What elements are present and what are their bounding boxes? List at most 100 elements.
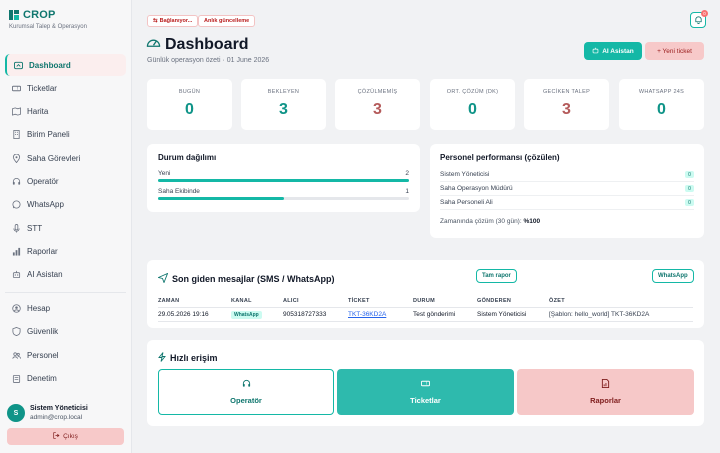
column-header: DURUM [413,296,477,308]
sidebar-item-label: AI Asistan [27,270,63,280]
user-circle-icon [12,304,21,313]
notification-count-badge: 0 [701,10,708,17]
speedometer-icon [146,36,161,54]
status-count: 2 [405,170,409,177]
status-bar-fill [158,179,409,182]
ontime-label: Zamanında çözüm (30 gün): [440,218,522,225]
status-count: 1 [405,188,409,195]
user-email: admin@crop.local [30,414,83,421]
cell-status: Test gönderimi [413,307,477,322]
sidebar-item-birim-paneli[interactable]: Birim Paneli [5,124,126,146]
personnel-performance-card: Personel performansı (çözülen) Sistem Yö… [430,144,704,238]
sidebar-item-label: Operatör [27,176,59,186]
table-header-row: ZAMAN KANAL ALICI TİCKET DURUM GÖNDEREN … [158,296,693,308]
sidebar-item-stt[interactable]: STT [5,217,126,239]
stat-label: ORT. ÇÖZÜM (DK) [446,89,499,95]
person-name: Saha Operasyon Müdürü [440,185,513,192]
send-icon [157,270,169,288]
sidebar-item-harita[interactable]: Harita [5,101,126,123]
brand-subtitle: Kurumsal Talep & Operasyon [9,24,87,30]
status-label: Yeni [158,170,171,177]
column-header: TİCKET [348,296,413,308]
clipboard-icon [12,374,21,384]
headset-icon [12,177,21,186]
status-bar-track [158,179,409,182]
nav-divider [5,291,126,293]
sidebar: CROP Kurumsal Talep & Operasyon Dashboar… [0,0,132,453]
cell-channel: WhatsApp [231,307,283,322]
users-icon [12,351,21,360]
quick-access-label: Raporlar [590,396,621,405]
table-row: 29.05.2026 19:16 WhatsApp 905318727333 T… [158,307,693,322]
sidebar-item-hesap[interactable]: Hesap [5,298,126,320]
stat-card-bekleyen: BEKLEYEN 3 [241,79,326,130]
shield-icon [12,327,21,337]
avatar: S [7,404,25,422]
stat-value: 3 [373,101,382,118]
column-header: ZAMAN [158,296,231,308]
sidebar-item-ai-asistan[interactable]: AI Asistan [5,264,126,286]
resolved-count-badge: 0 [685,185,694,192]
user-name: Sistem Yöneticisi [30,405,88,412]
sidebar-item-saha-gorevleri[interactable]: Saha Görevleri [5,147,126,169]
performance-list: Sistem Yöneticisi 0 Saha Operasyon Müdürü… [440,168,694,210]
quick-access-label: Operatör [230,396,262,405]
bar-chart-icon [12,247,21,256]
building-icon [12,130,21,140]
sidebar-item-label: Birim Paneli [27,130,70,140]
status-row-saha-ekibinde: Saha Ekibinde 1 [158,188,409,200]
notification-button[interactable]: 0 [690,10,708,28]
stat-card-bugun: BUGÜN 0 [147,79,232,130]
connection-status-chip: ⇆ Bağlanıyor... [147,15,199,27]
messages-table: ZAMAN KANAL ALICI TİCKET DURUM GÖNDEREN … [158,296,693,322]
sidebar-item-personel[interactable]: Personel [5,344,126,366]
quick-access-raporlar[interactable]: Raporlar [517,369,694,415]
sidebar-item-denetim[interactable]: Denetim [5,368,126,390]
logout-icon [53,432,60,441]
whatsapp-icon [12,200,21,209]
sidebar-item-operator[interactable]: Operatör [5,170,126,192]
cell-sender: Sistem Yöneticisi [477,307,549,322]
column-header: ALICI [283,296,348,308]
quick-access-ticketlar[interactable]: Ticketlar [337,369,514,415]
sidebar-item-guvenlik[interactable]: Güvenlik [5,321,126,343]
sidebar-item-label: Personel [27,350,59,360]
status-bar-track [158,197,409,200]
new-ticket-button[interactable]: + Yeni ticket [645,42,704,60]
person-name: Sistem Yöneticisi [440,171,490,178]
card-title: Personel performansı (çözülen) [440,153,560,162]
full-report-button[interactable]: Tam rapor [476,269,517,283]
logout-label: Çıkış [63,433,78,440]
sidebar-item-dashboard[interactable]: Dashboard [5,54,126,76]
sidebar-item-label: WhatsApp [27,200,64,210]
ai-assistant-button[interactable]: AI Asistan [584,42,642,60]
map-icon [12,107,21,116]
page-header: Dashboard [146,36,249,54]
sidebar-item-ticketlar[interactable]: Ticketlar [5,77,126,99]
stat-value: 0 [468,101,477,118]
cell-ticket: TKT-36KD2A [348,307,413,322]
sidebar-item-label: Denetim [27,374,57,384]
ticket-link[interactable]: TKT-36KD2A [348,311,386,318]
sidebar-item-label: Güvenlik [27,327,59,337]
person-name: Saha Personeli Ali [440,199,493,206]
logout-button[interactable]: Çıkış [7,428,124,445]
card-title: Hızlı erişim [170,353,218,363]
channel-badge: WhatsApp [231,310,262,319]
robot-icon [592,47,599,56]
stat-card-cozulmemis: ÇÖZÜLMEMİŞ 3 [335,79,420,130]
quick-access-operator[interactable]: Operatör [158,369,334,415]
stat-label: ÇÖZÜLMEMİŞ [357,89,398,95]
stat-label: BUGÜN [178,89,201,95]
stat-value: 0 [657,101,666,118]
location-pin-icon [12,153,21,163]
report-icon [601,379,610,390]
column-header: ÖZET [549,296,693,308]
list-item: Sistem Yöneticisi 0 [440,168,694,182]
whatsapp-button[interactable]: WhatsApp [652,269,694,283]
sidebar-item-whatsapp[interactable]: WhatsApp [5,194,126,216]
ticket-icon [12,84,21,93]
new-ticket-label: + Yeni ticket [657,47,692,55]
status-row-yeni: Yeni 2 [158,170,409,182]
sidebar-item-raporlar[interactable]: Raporlar [5,240,126,262]
